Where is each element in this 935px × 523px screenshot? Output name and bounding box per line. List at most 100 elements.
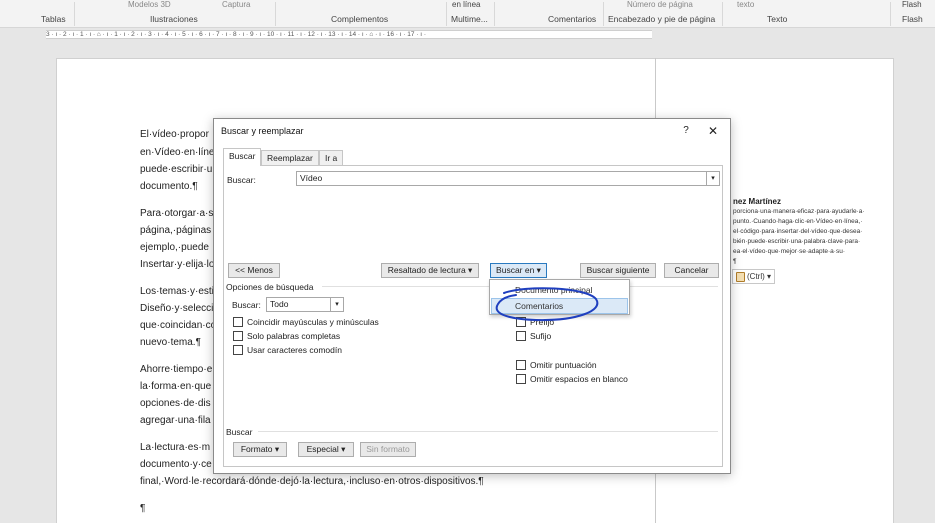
tab-reemplazar[interactable]: Reemplazar: [261, 150, 319, 165]
ribbon-group-media: Multime...: [451, 14, 488, 24]
ribbon-group-text: Texto: [767, 14, 788, 24]
ribbon-separator: [603, 2, 604, 26]
body-text-line: puede·escribir·u: [140, 164, 213, 175]
tab-ir-a[interactable]: Ir a: [319, 150, 344, 165]
checkbox-label: Sufijo: [530, 331, 552, 341]
divider: [258, 431, 718, 432]
body-text-line: en·Vídeo·en·líne: [140, 147, 215, 158]
checkbox[interactable]: [516, 360, 526, 370]
close-button[interactable]: ✕: [703, 123, 723, 139]
ribbon-group-comments: Comentarios: [548, 14, 597, 24]
ribbon-separator: [494, 2, 495, 26]
checkbox[interactable]: [516, 331, 526, 341]
ribbon-capture[interactable]: Captura: [222, 0, 250, 9]
ribbon: Modelos 3D Captura en línea Número de pá…: [0, 0, 935, 28]
clipboard-icon: [736, 271, 745, 282]
ruler-row: 3 · ı · 2 · ı · 1 · ı · ⌂ · ı · 1 · ı · …: [0, 28, 935, 42]
body-text-line: ¶: [140, 503, 146, 514]
comment-text-line: porciona·una·manera·eficaz·para·ayudarle…: [733, 208, 865, 215]
help-button[interactable]: ?: [677, 123, 695, 139]
body-text-line: ejemplo,·puede: [140, 242, 209, 253]
checkbox-label: Coincidir mayúsculas y minúsculas: [247, 317, 379, 327]
special-button[interactable]: Especial ▾: [298, 442, 354, 457]
checkbox[interactable]: [233, 317, 243, 327]
ribbon-separator: [74, 2, 75, 26]
body-text-line: Los·temas·y·estil: [140, 286, 217, 297]
no-format-button[interactable]: Sin formato: [360, 442, 416, 457]
less-button[interactable]: << Menos: [228, 263, 280, 278]
checkbox[interactable]: [233, 345, 243, 355]
checkbox[interactable]: [516, 374, 526, 384]
body-text-line: final,·Word·le·recordará·dónde·dejó·la·l…: [140, 476, 484, 487]
cancel-button[interactable]: Cancelar: [664, 263, 719, 278]
reading-highlight-button[interactable]: Resaltado de lectura ▾: [381, 263, 479, 278]
tab-buscar[interactable]: Buscar: [223, 148, 262, 166]
find-input[interactable]: Vídeo ▾: [296, 171, 720, 186]
checkbox-label: Omitir espacios en blanco: [530, 374, 628, 384]
paste-options-label: (Ctrl) ▾: [747, 272, 772, 281]
ribbon-group-header-footer: Encabezado y pie de página: [608, 14, 716, 24]
body-text-line: página,·páginas: [140, 225, 212, 236]
body-text-line: documento.¶: [140, 181, 198, 192]
checkbox-label: Solo palabras completas: [247, 331, 341, 341]
find-label: Buscar:: [227, 175, 256, 185]
body-text-line: Para·otorgar·a·s: [140, 208, 214, 219]
ribbon-text-box[interactable]: texto: [737, 0, 754, 9]
tab-panel: [223, 165, 723, 467]
ribbon-separator: [890, 2, 891, 26]
ribbon-page-number[interactable]: Número de página: [627, 0, 693, 9]
body-text-line: Diseño·y·selecci: [140, 303, 214, 314]
search-direction-select[interactable]: Todo ▾: [266, 297, 344, 312]
body-text-line: la·forma·en·que: [140, 381, 212, 392]
horizontal-ruler[interactable]: 3 · ı · 2 · ı · 1 · ı · ⌂ · ı · 1 · ı · …: [46, 30, 652, 39]
ribbon-separator: [446, 2, 447, 26]
find-section-label: Buscar: [226, 427, 253, 437]
ribbon-flash-top[interactable]: Flash: [902, 0, 922, 9]
suffix-option[interactable]: Sufijo: [516, 331, 551, 341]
comment-text-line: punto.·Cuando·haga·clic·en·Vídeo·en·líne…: [733, 218, 863, 225]
body-text-line: El·vídeo·propor: [140, 129, 209, 140]
body-text-line: opciones·de·dis: [140, 398, 211, 409]
dialog-title: Buscar y reemplazar: [221, 126, 304, 136]
checkbox[interactable]: [233, 331, 243, 341]
ruler-scale: 3 · ı · 2 · ı · 1 · ı · ⌂ · ı · 1 · ı · …: [46, 31, 427, 38]
comment-text-line: el·código·para·insertar·del·vídeo·que·de…: [733, 228, 863, 235]
body-text-line: nuevo·tema.¶: [140, 337, 201, 348]
paste-options-button[interactable]: (Ctrl) ▾: [732, 269, 776, 284]
search-direction-label: Buscar:: [232, 300, 261, 310]
find-input-value: Vídeo: [300, 173, 323, 183]
comment-text-line: bién·puede·escribir·una·palabra·clave·pa…: [733, 238, 861, 245]
format-button[interactable]: Formato ▾: [233, 442, 287, 457]
find-in-button[interactable]: Buscar en ▾: [490, 263, 547, 278]
search-options-heading: Opciones de búsqueda: [226, 282, 314, 292]
whole-words-option[interactable]: Solo palabras completas: [233, 331, 340, 341]
checkbox-label: Usar caracteres comodín: [247, 345, 342, 355]
search-direction-value: Todo: [270, 299, 289, 309]
body-text-line: agregar·una·fila: [140, 415, 211, 426]
body-text-line: que·coincidan·co: [140, 320, 217, 331]
comment-text-line: ¶: [733, 258, 737, 265]
ribbon-group-addins: Complementos: [331, 14, 389, 24]
match-case-option[interactable]: Coincidir mayúsculas y minúsculas: [233, 317, 379, 327]
body-text-line: La·lectura·es·m: [140, 442, 211, 453]
ribbon-group-tables: Tablas: [41, 14, 66, 24]
ribbon-separator: [275, 2, 276, 26]
chevron-down-icon[interactable]: ▾: [330, 298, 343, 311]
wildcards-option[interactable]: Usar caracteres comodín: [233, 345, 342, 355]
annotation-circle: [495, 287, 599, 322]
ribbon-group-flash: Flash: [902, 14, 923, 24]
find-next-button[interactable]: Buscar siguiente: [580, 263, 656, 278]
chevron-down-icon[interactable]: ▾: [706, 172, 719, 185]
body-text-line: documento·y·ce: [140, 459, 212, 470]
body-text-line: Ahorre·tiempo·e: [140, 364, 213, 375]
ribbon-online-video[interactable]: en línea: [452, 0, 480, 9]
find-replace-dialog: Buscar y reemplazar ? ✕ Buscar Reemplaza…: [213, 118, 731, 474]
ribbon-3d-models[interactable]: Modelos 3D: [128, 0, 171, 9]
ribbon-separator: [722, 2, 723, 26]
ignore-whitespace-option[interactable]: Omitir espacios en blanco: [516, 374, 628, 384]
comment-text-line: ea·el·vídeo·que·mejor·se·adapte·a·su·: [733, 248, 845, 255]
ignore-punctuation-option[interactable]: Omitir puntuación: [516, 360, 597, 370]
ribbon-group-illustrations: Ilustraciones: [150, 14, 198, 24]
checkbox-label: Omitir puntuación: [530, 360, 597, 370]
body-text-line: Insertar·y·elija·lo: [140, 259, 215, 270]
